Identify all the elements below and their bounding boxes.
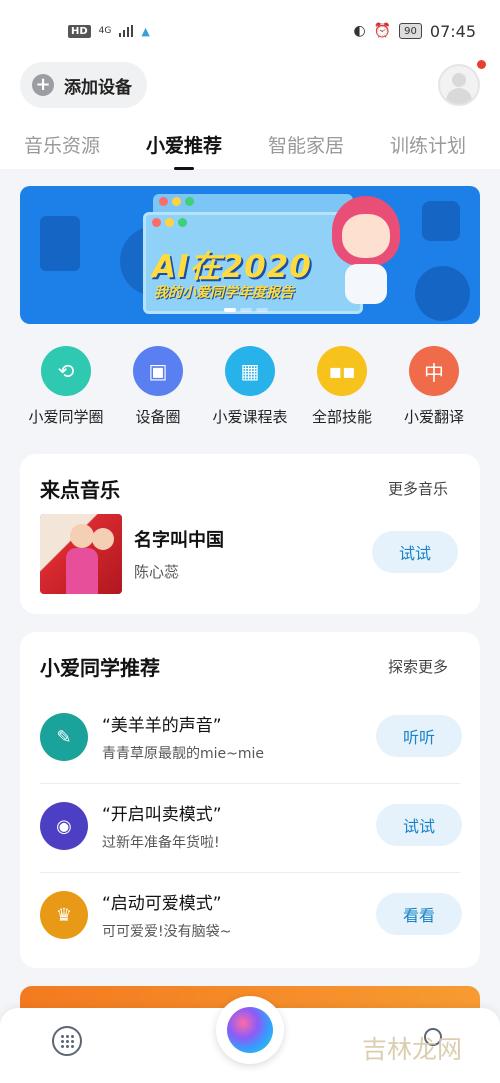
pager-dot	[256, 308, 268, 312]
mascot-face	[342, 214, 390, 258]
banner-pager	[224, 308, 268, 312]
quick-action-label: 小爱同学圈	[28, 408, 104, 426]
avatar-head-shape	[452, 73, 466, 87]
listen-button[interactable]: 听听	[376, 715, 462, 757]
banner-subtitle: 我的小爱同学年度报告	[154, 285, 294, 301]
music-card-title: 来点音乐	[40, 478, 120, 502]
hd-indicator: HD	[68, 24, 91, 38]
share-icon: ⟲	[41, 346, 91, 396]
wifi-icon: ▲	[141, 24, 150, 38]
quick-action-label: 全部技能	[311, 408, 372, 426]
network-type: 4G	[98, 25, 112, 36]
tag-icon: ✎	[40, 713, 88, 761]
more-music-link[interactable]: 更多音乐	[388, 478, 448, 499]
watermark: 吉林龙网	[362, 1035, 463, 1064]
quick-action-label: 小爱课程表	[212, 408, 288, 426]
try-music-button[interactable]: 试试	[372, 531, 458, 573]
cover-figure	[70, 524, 94, 548]
quick-action-device-circle[interactable]: ▣ 设备圈	[112, 346, 204, 427]
mascot-body	[345, 264, 387, 304]
pager-dot-active	[224, 308, 236, 312]
cover-figure	[66, 548, 98, 594]
quick-action-translate[interactable]: 中 小爱翻译	[388, 346, 480, 427]
battery-icon: 90	[399, 23, 422, 39]
nfc-icon: ◐	[353, 23, 366, 39]
recommend-item[interactable]: ◉ “开启叫卖模式” 过新年准备年货啦! 试试	[40, 784, 462, 873]
signal-icon	[119, 25, 134, 37]
recommend-card-title: 小爱同学推荐	[40, 656, 160, 680]
add-device-button[interactable]: + 添加设备	[20, 62, 147, 108]
voice-assistant-button[interactable]	[216, 996, 284, 1064]
quick-action-label: 设备圈	[135, 408, 181, 426]
recommend-item[interactable]: ✎ “美羊羊的声音” 青青草原最靓的mie~mie 听听	[40, 695, 462, 784]
translate-icon: 中	[409, 346, 459, 396]
explore-more-link[interactable]: 探索更多	[388, 656, 448, 677]
avatar[interactable]	[438, 64, 480, 106]
view-button[interactable]: 看看	[376, 893, 462, 935]
add-device-label: 添加设备	[64, 77, 132, 98]
xiaoai-orb-icon	[227, 1007, 273, 1053]
song-title: 名字叫中国	[134, 530, 224, 551]
tab-smart-home[interactable]: 智能家居	[268, 117, 344, 158]
tab-xiaoai-recommend[interactable]: 小爱推荐	[146, 117, 222, 158]
top-header: + 添加设备	[0, 62, 500, 117]
recommend-item-subtitle: 可可爱爱!没有脑袋~	[102, 924, 232, 940]
album-cover[interactable]	[40, 514, 122, 594]
tab-training-plan[interactable]: 训练计划	[390, 117, 466, 158]
quick-action-label: 小爱翻译	[403, 408, 464, 426]
plus-icon: +	[32, 74, 54, 96]
grid-icon: ▪▪	[317, 346, 367, 396]
calendar-icon: ▦	[225, 346, 275, 396]
keyboard-icon[interactable]	[52, 1026, 82, 1056]
notification-dot	[477, 60, 486, 69]
planet-decoration-right	[415, 266, 470, 321]
book-decoration	[40, 216, 80, 271]
quick-action-all-skills[interactable]: ▪▪ 全部技能	[296, 346, 388, 427]
quick-actions: ⟲ 小爱同学圈 ▣ 设备圈 ▦ 小爱课程表 ▪▪ 全部技能 中 小爱翻译	[0, 346, 500, 427]
quick-action-xiaoai-circle[interactable]: ⟲ 小爱同学圈	[20, 346, 112, 427]
recommend-item-title: “美羊羊的声音”	[102, 716, 222, 736]
tab-music-resources[interactable]: 音乐资源	[24, 117, 100, 158]
avatar-shoulder-shape	[446, 88, 472, 104]
recommend-item[interactable]: ♛ “启动可爱模式” 可可爱爱!没有脑袋~ 看看	[40, 873, 462, 962]
pager-dot	[240, 308, 252, 312]
promo-banner[interactable]: AI在2020 我的小爱同学年度报告	[20, 186, 480, 324]
recommend-card: 小爱同学推荐 探索更多 ✎ “美羊羊的声音” 青青草原最靓的mie~mie 听听…	[20, 632, 480, 968]
recommend-item-title: “启动可爱模式”	[102, 894, 222, 914]
tab-bar: 音乐资源 小爱推荐 智能家居 训练计划	[0, 117, 500, 169]
try-button[interactable]: 试试	[376, 804, 462, 846]
recommend-item-title: “开启叫卖模式”	[102, 805, 222, 825]
speaker-icon: ▣	[133, 346, 183, 396]
music-card: 来点音乐 更多音乐 名字叫中国 陈心蕊 试试	[20, 454, 480, 614]
status-time: 07:45	[429, 21, 476, 41]
crown-icon: ♛	[40, 891, 88, 939]
quick-action-schedule[interactable]: ▦ 小爱课程表	[204, 346, 296, 427]
alarm-icon: ⏰	[373, 23, 392, 39]
watch-decoration	[422, 201, 460, 241]
status-bar: HD 4G ▲ ◐ ⏰ 90 07:45	[0, 0, 500, 62]
recommend-item-subtitle: 青青草原最靓的mie~mie	[102, 746, 265, 762]
banner-title: AI在2020	[152, 249, 312, 285]
song-artist: 陈心蕊	[134, 563, 180, 581]
whistle-icon: ◉	[40, 802, 88, 850]
recommend-item-subtitle: 过新年准备年货啦!	[102, 835, 220, 851]
cover-figure	[92, 528, 114, 550]
